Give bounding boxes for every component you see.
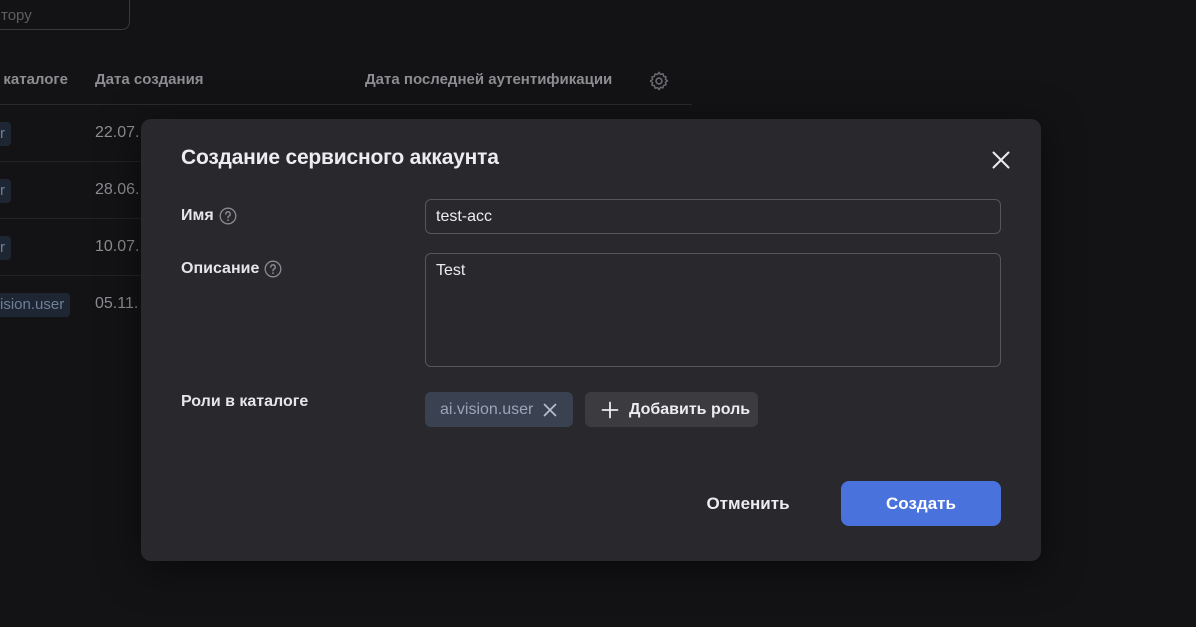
create-button[interactable]: Создать <box>841 481 1001 526</box>
created-date: 10.07. <box>95 238 140 255</box>
role-badge: r <box>0 236 11 260</box>
name-label-text: Имя <box>181 207 214 224</box>
role-badge: ision.user <box>0 293 71 317</box>
create-service-account-dialog: Создание сервисного аккаунта Имя Описани… <box>141 119 1041 561</box>
plus-icon <box>601 401 619 418</box>
gear-icon[interactable] <box>648 70 670 92</box>
close-icon <box>992 151 1010 169</box>
cancel-button[interactable]: Отменить <box>685 481 811 526</box>
name-label: Имя <box>181 207 237 225</box>
roles-label-text: Роли в каталоге <box>181 393 309 410</box>
close-button[interactable] <box>987 146 1015 174</box>
created-date: 05.11. <box>95 295 139 312</box>
dialog-title: Создание сервисного аккаунта <box>181 146 499 169</box>
description-textarea[interactable]: Test <box>425 253 1001 367</box>
help-icon[interactable] <box>264 260 282 278</box>
column-created[interactable]: Дата создания <box>95 71 204 88</box>
role-chip: ai.vision.user <box>425 392 573 427</box>
role-badge: r <box>0 179 11 203</box>
role-badge: r <box>0 122 11 146</box>
table-header: в каталоге Дата создания Дата последней … <box>0 70 692 105</box>
remove-role-button[interactable] <box>541 401 559 419</box>
help-icon[interactable] <box>219 207 237 225</box>
role-chip-label: ai.vision.user <box>440 400 534 418</box>
description-label-text: Описание <box>181 260 260 277</box>
created-date: 22.07. <box>95 124 140 141</box>
search-input[interactable]: тору <box>0 0 130 30</box>
roles-label: Роли в каталоге <box>181 393 308 411</box>
add-role-button[interactable]: Добавить роль <box>585 392 758 427</box>
column-roles: в каталоге <box>0 71 69 88</box>
remove-icon <box>544 403 557 416</box>
name-input[interactable] <box>425 199 1001 234</box>
column-last-auth[interactable]: Дата последней аутентификации <box>365 71 612 88</box>
add-role-label: Добавить роль <box>629 400 751 418</box>
description-label: Описание <box>181 260 282 278</box>
created-date: 28.06. <box>95 181 140 198</box>
